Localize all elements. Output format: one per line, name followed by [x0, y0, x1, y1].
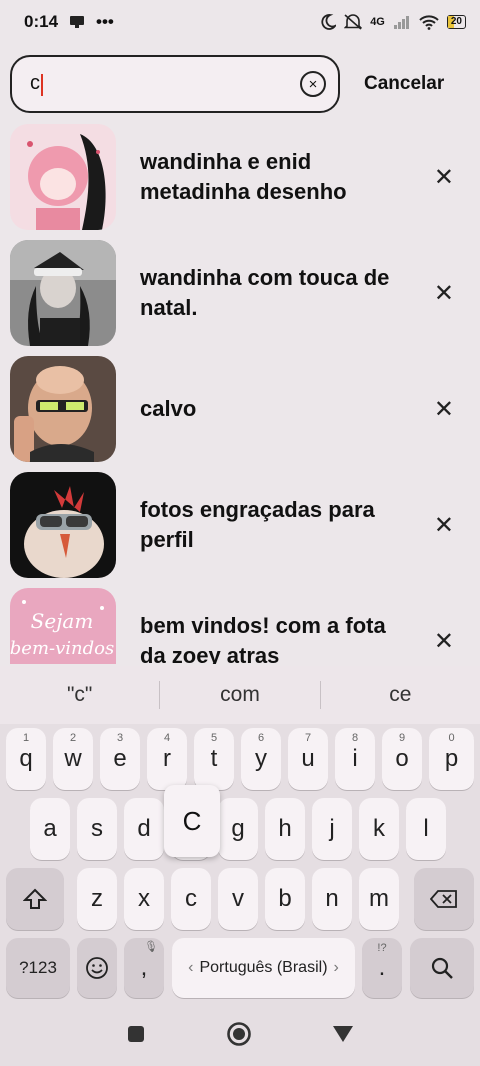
clock: 0:14	[24, 12, 59, 31]
recents-icon[interactable]	[126, 1024, 146, 1049]
key-j[interactable]: j	[312, 798, 352, 860]
search-value: c	[30, 72, 40, 95]
remove-icon[interactable]: ✕	[434, 627, 454, 656]
signal-icon	[393, 15, 411, 29]
thumbnail-image: Sejam bem-vindos	[10, 588, 116, 664]
suggestion-item[interactable]: ce	[321, 683, 480, 707]
remove-icon[interactable]: ✕	[434, 279, 454, 308]
key-b[interactable]: b	[265, 868, 305, 930]
list-item[interactable]: Sejam bem-vindos bem vindos! com a fota …	[0, 588, 480, 664]
key-d[interactable]: d	[124, 798, 164, 860]
svg-text:Sejam: Sejam	[31, 609, 94, 633]
list-item[interactable]: calvo ✕	[0, 356, 480, 462]
suggestion-item[interactable]: com	[160, 683, 319, 707]
list-item[interactable]: wandinha com touca de natal. ✕	[0, 240, 480, 346]
key-y[interactable]: 6y	[241, 728, 281, 790]
key-z[interactable]: z	[77, 868, 117, 930]
key-c[interactable]: c	[171, 868, 211, 930]
status-bar: 0:14 ••• 4G 20	[0, 0, 480, 44]
suggestion-strip: "c" com ce	[0, 666, 480, 724]
thumbnail-image	[10, 240, 116, 346]
comma-key[interactable]: 🎙 ,	[124, 938, 164, 998]
mic-icon: 🎙	[144, 941, 158, 953]
thumbnail-image	[10, 124, 116, 230]
moon-icon	[320, 14, 337, 30]
key-p[interactable]: 0p	[429, 728, 474, 790]
shift-icon	[23, 888, 47, 909]
key-e[interactable]: 3e	[100, 728, 140, 790]
list-item[interactable]: wandinha e enid metadinha desenho ✕	[0, 124, 480, 230]
space-key[interactable]: ‹ Português (Brasil) ›	[172, 938, 355, 998]
shift-key[interactable]	[6, 868, 64, 930]
key-s[interactable]: s	[77, 798, 117, 860]
key-q[interactable]: 1q	[6, 728, 46, 790]
remove-icon[interactable]: ✕	[434, 511, 454, 540]
key-v[interactable]: v	[218, 868, 258, 930]
wifi-icon	[419, 14, 439, 30]
thumbnail-image	[10, 472, 116, 578]
remove-icon[interactable]: ✕	[434, 163, 454, 192]
symbols-key[interactable]: ?123	[6, 938, 70, 998]
signal-label: 4G	[370, 16, 385, 28]
key-a[interactable]: a	[30, 798, 70, 860]
result-label: wandinha e enid metadinha desenho	[140, 149, 347, 204]
suggestion-item[interactable]: "c"	[0, 683, 159, 707]
key-m[interactable]: m	[359, 868, 399, 930]
key-o[interactable]: 9o	[382, 728, 422, 790]
list-item[interactable]: fotos engraçadas para perfil ✕	[0, 472, 480, 578]
key-g[interactable]: g	[218, 798, 258, 860]
key-n[interactable]: n	[312, 868, 352, 930]
keyboard: 1q 2w 3e 4r 5t 6y 7u 8i 9o 0p a s d f g …	[0, 724, 480, 1006]
navigation-bar	[0, 1006, 480, 1066]
recent-searches-list: wandinha e enid metadinha desenho ✕ wand…	[0, 124, 480, 664]
remove-icon[interactable]: ✕	[434, 395, 454, 424]
svg-text:bem-vindos: bem-vindos	[10, 638, 114, 659]
emoji-icon	[86, 957, 108, 979]
notification-icon	[68, 15, 86, 29]
emoji-key[interactable]	[77, 938, 117, 998]
clear-search-icon[interactable]: ×	[300, 71, 326, 97]
result-label: calvo	[140, 396, 197, 421]
result-label: wandinha com touca de natal.	[140, 265, 390, 320]
cancel-button[interactable]: Cancelar	[364, 73, 444, 95]
search-icon	[431, 957, 453, 979]
key-r[interactable]: 4r	[147, 728, 187, 790]
mute-icon	[344, 14, 363, 30]
back-icon[interactable]	[332, 1024, 354, 1049]
search-row: c × Cancelar	[10, 54, 470, 114]
result-label: fotos engraçadas para perfil	[140, 497, 375, 552]
result-label: bem vindos! com a fota da zoey atras	[140, 613, 386, 664]
backspace-key[interactable]	[414, 868, 474, 930]
key-w[interactable]: 2w	[53, 728, 93, 790]
battery-icon: 20	[446, 15, 466, 29]
key-l[interactable]: l	[406, 798, 446, 860]
period-key[interactable]: !? .	[362, 938, 402, 998]
key-u[interactable]: 7u	[288, 728, 328, 790]
chevron-left-icon: ‹	[188, 959, 194, 976]
backspace-icon	[430, 890, 457, 908]
key-x[interactable]: x	[124, 868, 164, 930]
thumbnail-image	[10, 356, 116, 462]
home-icon[interactable]	[226, 1021, 252, 1052]
key-k[interactable]: k	[359, 798, 399, 860]
key-popup: C	[164, 785, 220, 857]
search-key[interactable]	[410, 938, 474, 998]
key-h[interactable]: h	[265, 798, 305, 860]
key-t[interactable]: 5t	[194, 728, 234, 790]
key-i[interactable]: 8i	[335, 728, 375, 790]
search-input[interactable]: c ×	[10, 55, 340, 113]
chevron-right-icon: ›	[333, 959, 339, 976]
more-dots-icon: •••	[96, 12, 114, 31]
text-cursor	[41, 73, 43, 96]
